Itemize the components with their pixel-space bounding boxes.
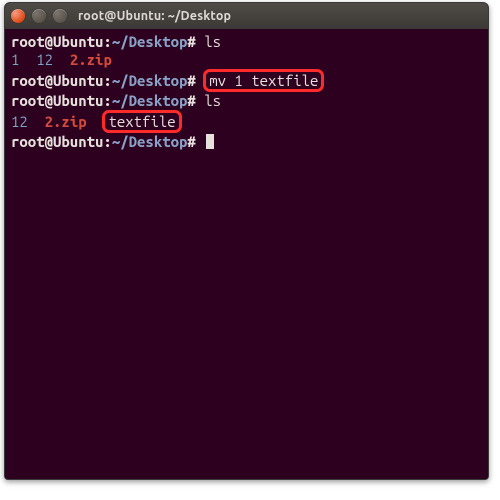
prompt-path: ~/Desktop (112, 72, 188, 89)
prompt-user: root@Ubuntu (11, 72, 103, 89)
prompt-path: ~/Desktop (112, 133, 188, 150)
terminal-body[interactable]: root@Ubuntu:~/Desktop# ls 1 12 2.zip roo… (5, 29, 488, 479)
terminal-line: 1 12 2.zip (11, 51, 482, 69)
prompt-user: root@Ubuntu (11, 33, 103, 50)
prompt-user: root@Ubuntu (11, 133, 103, 150)
prompt-user: root@Ubuntu (11, 92, 103, 109)
ls-output-item: 2.zip (70, 51, 112, 68)
prompt-path: ~/Desktop (112, 33, 188, 50)
ls-output-item: 12 (36, 51, 53, 68)
terminal-line: root@Ubuntu:~/Desktop# ls (11, 33, 482, 51)
title-bar[interactable]: root@Ubuntu: ~/Desktop (5, 3, 488, 30)
prompt-path: ~/Desktop (112, 92, 188, 109)
maximize-icon[interactable] (53, 9, 67, 23)
ls-output-item: 2.zip (45, 113, 87, 130)
highlight-box: textfile (102, 110, 181, 133)
ls-output-item: 12 (11, 113, 28, 130)
ls-output-item: textfile (108, 113, 175, 130)
window-title: root@Ubuntu: ~/Desktop (78, 9, 231, 23)
terminal-window: root@Ubuntu: ~/Desktop root@Ubuntu:~/Des… (4, 2, 489, 480)
command-text: ls (204, 33, 221, 50)
terminal-line: root@Ubuntu:~/Desktop# ls (11, 92, 482, 110)
command-text: mv 1 textfile (209, 72, 318, 89)
minimize-icon[interactable] (32, 9, 46, 23)
cursor-icon (206, 134, 214, 149)
command-text: ls (204, 92, 221, 109)
terminal-line: root@Ubuntu:~/Desktop# (11, 133, 482, 151)
terminal-line: root@Ubuntu:~/Desktop# mv 1 textfile (11, 69, 482, 92)
close-icon[interactable] (11, 9, 25, 23)
terminal-line: 12 2.zip textfile (11, 110, 482, 133)
highlight-box: mv 1 textfile (203, 69, 324, 92)
